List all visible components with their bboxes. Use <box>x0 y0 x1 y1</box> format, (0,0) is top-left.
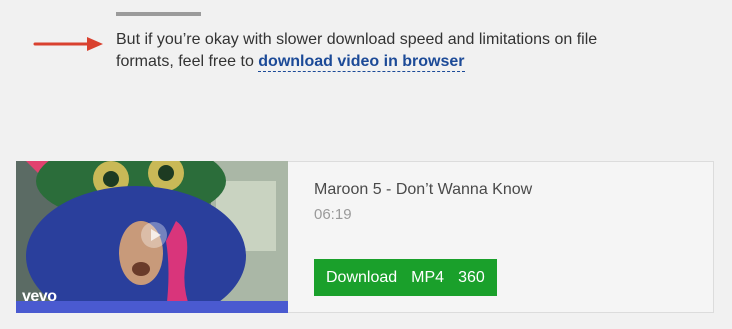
video-result-card: vevo Maroon 5 - Don’t Wanna Know 06:19 D… <box>16 161 714 313</box>
download-quality: 360 <box>458 269 485 286</box>
video-thumbnail[interactable]: vevo <box>16 161 288 313</box>
arrow-pointer-icon <box>33 37 103 51</box>
video-title: Maroon 5 - Don’t Wanna Know <box>314 181 533 198</box>
video-duration: 06:19 <box>314 206 352 223</box>
play-icon <box>141 222 167 248</box>
download-label: Download <box>326 269 398 286</box>
download-button[interactable]: Download MP4 360 <box>314 259 497 296</box>
download-in-browser-link[interactable]: download video in browser <box>258 53 465 72</box>
vevo-watermark: vevo <box>22 288 57 305</box>
download-format: MP4 <box>411 269 445 286</box>
section-divider <box>116 12 201 16</box>
intro-paragraph: But if you’re okay with slower download … <box>116 29 636 73</box>
